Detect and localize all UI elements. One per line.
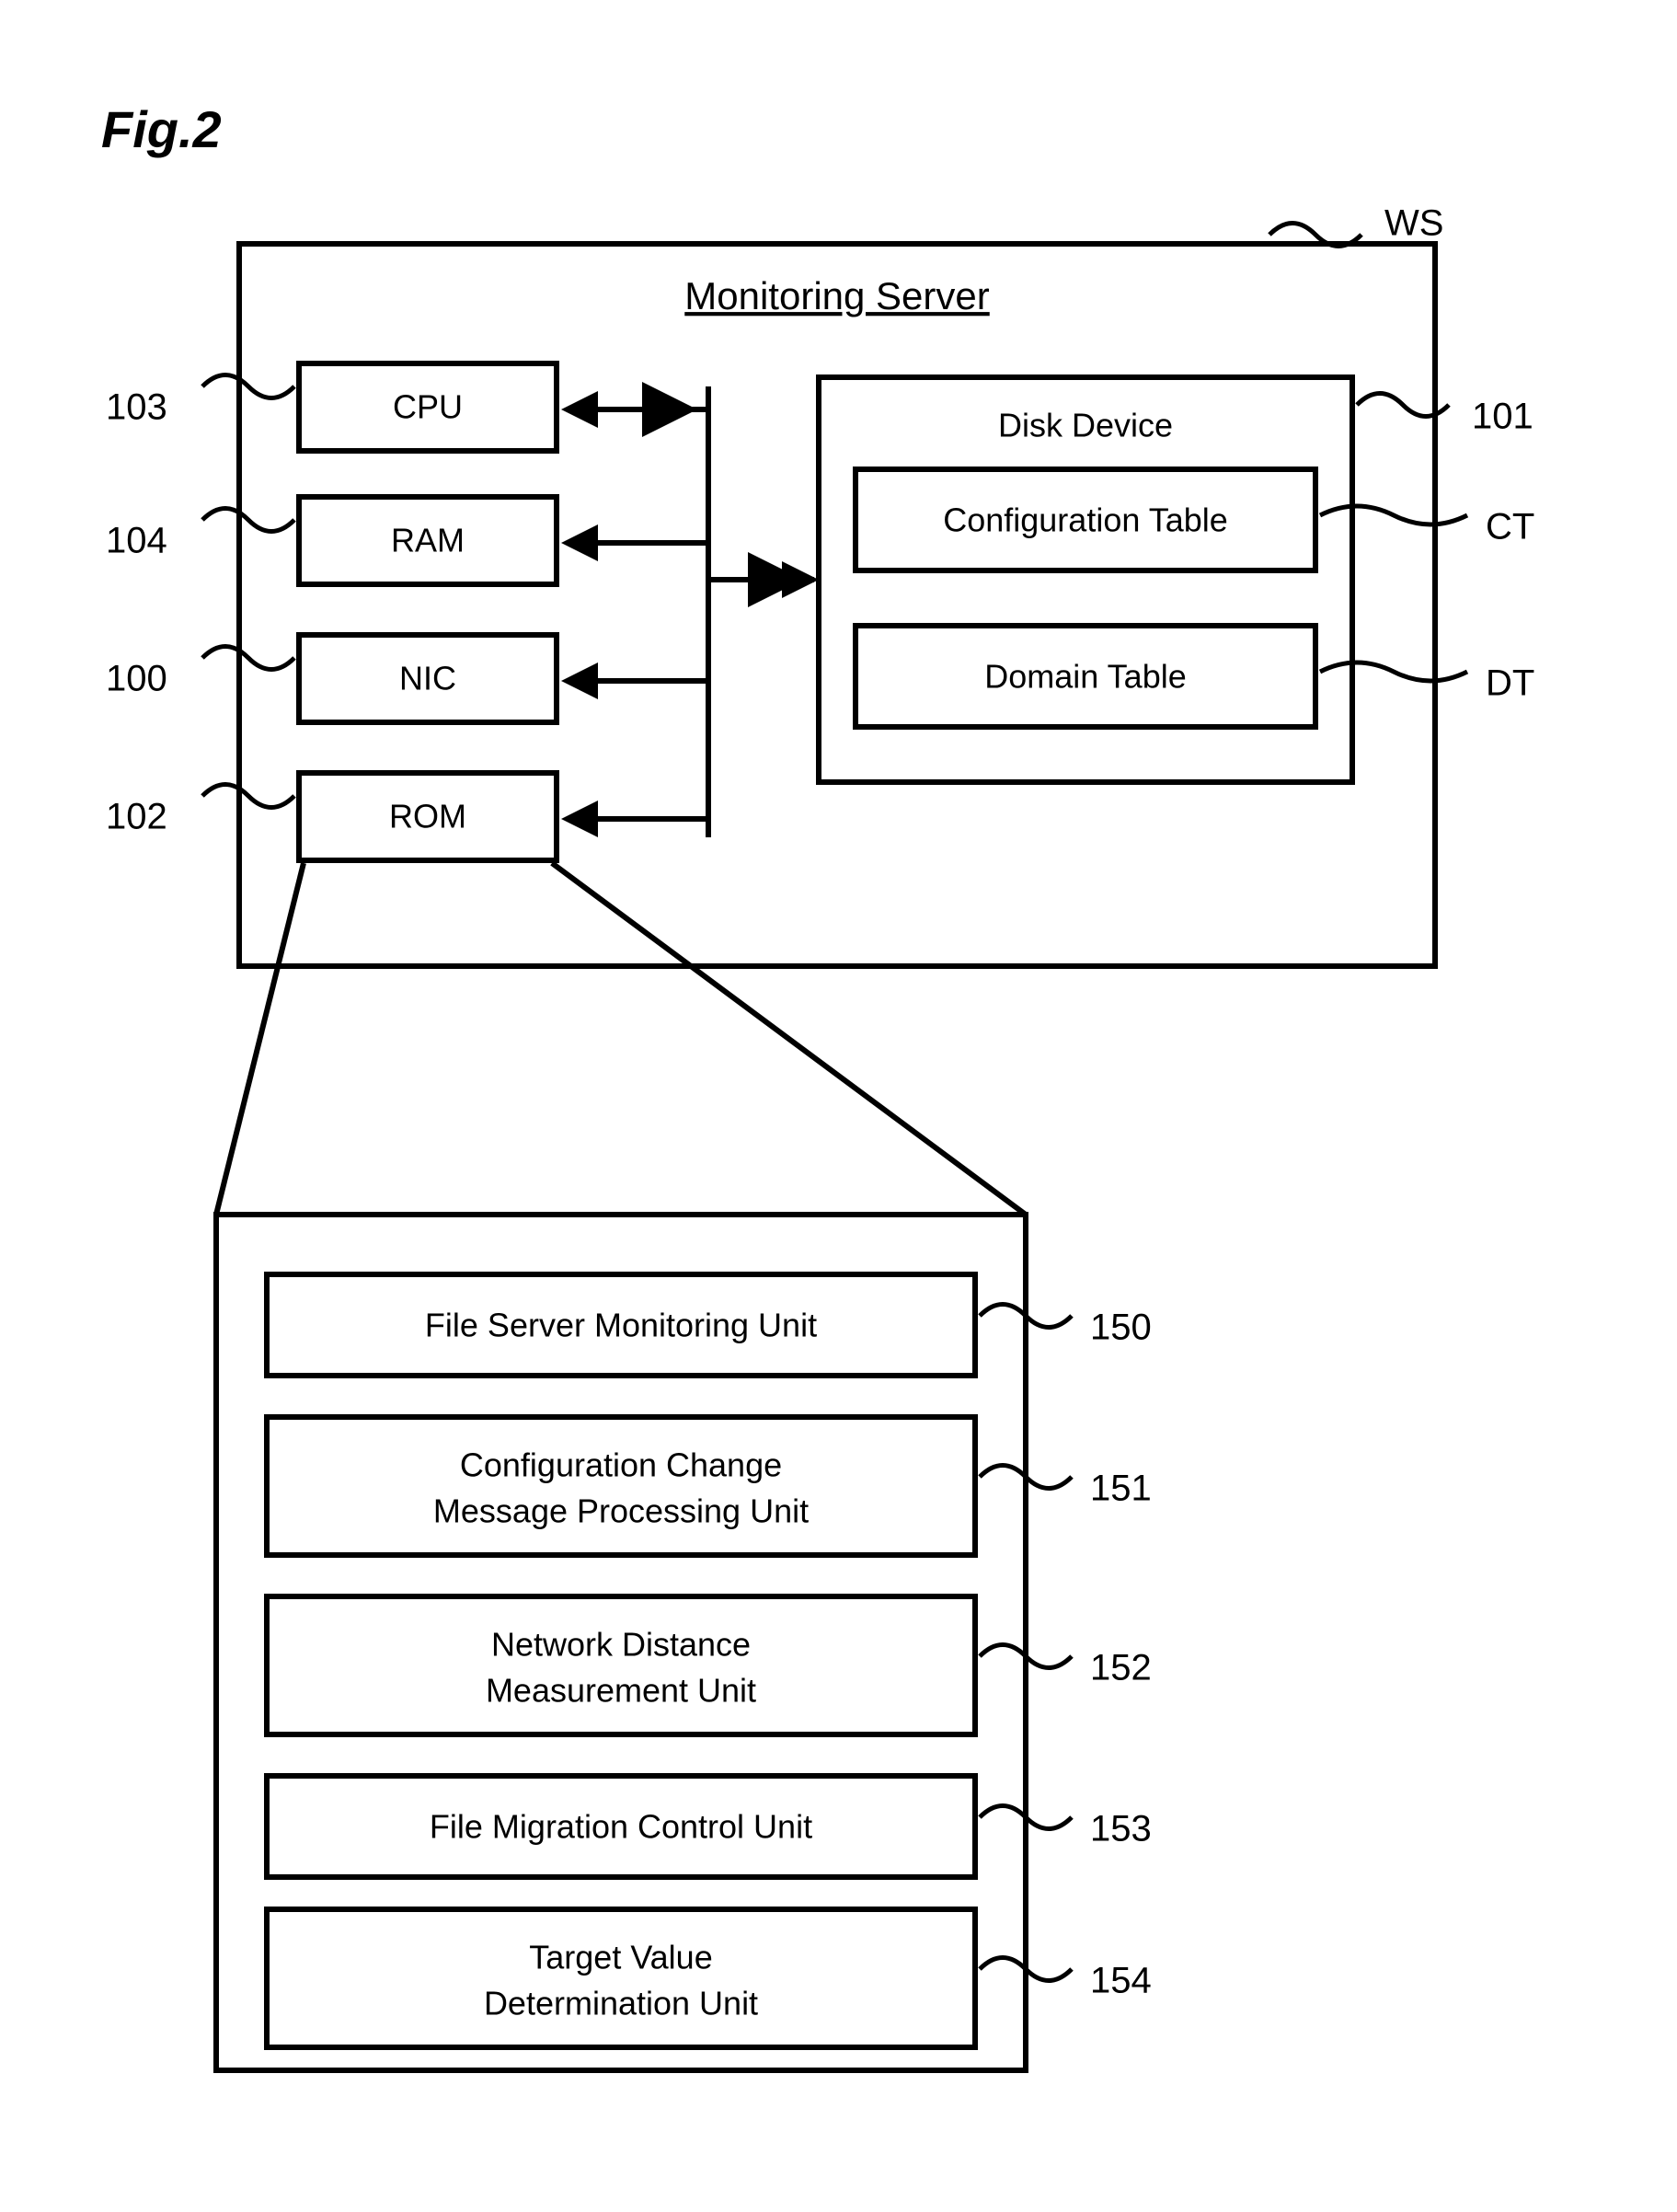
ram-label: RAM (391, 522, 465, 559)
dt-ref: DT (1486, 663, 1534, 704)
ram-ref: 104 (106, 521, 167, 561)
nic-label: NIC (399, 660, 456, 697)
unit-151-label2: Message Processing Unit (433, 1492, 809, 1530)
config-table-label: Configuration Table (943, 501, 1228, 539)
disk-ref: 101 (1472, 397, 1533, 437)
unit-154-label1: Target Value (529, 1939, 712, 1976)
domain-table-label: Domain Table (984, 658, 1186, 696)
rom-ref: 102 (106, 797, 167, 837)
unit-152-label1: Network Distance (491, 1626, 751, 1664)
bus-arrows (561, 391, 819, 837)
rom-label: ROM (389, 798, 466, 835)
nic-ref: 100 (106, 659, 167, 699)
rom-expand-right (552, 863, 1026, 1215)
ct-ref: CT (1486, 507, 1534, 547)
dt-leader (1320, 662, 1467, 681)
ws-ref: WS (1384, 203, 1443, 244)
nic-leader (202, 647, 294, 670)
unit-151-box (267, 1417, 975, 1555)
unit-154-label2: Determination Unit (484, 1985, 758, 2022)
unit-153-label: File Migration Control Unit (430, 1808, 812, 1846)
cpu-label: CPU (393, 388, 463, 426)
monitoring-server-title: Monitoring Server (684, 274, 989, 317)
unit-154-ref: 154 (1090, 1961, 1152, 2001)
cpu-leader (202, 375, 294, 398)
unit-154-box (267, 1909, 975, 2047)
cpu-ref: 103 (106, 387, 167, 428)
unit-152-box (267, 1596, 975, 1734)
unit-151-label1: Configuration Change (460, 1446, 782, 1484)
unit-150-ref: 150 (1090, 1308, 1152, 1348)
unit-152-ref: 152 (1090, 1648, 1152, 1688)
figure-label: Fig.2 (101, 100, 222, 158)
rom-expand-left (216, 863, 304, 1215)
disk-device-label: Disk Device (998, 407, 1173, 444)
unit-152-label2: Measurement Unit (486, 1672, 756, 1710)
unit-150-label: File Server Monitoring Unit (425, 1307, 817, 1344)
ct-leader (1320, 506, 1467, 524)
unit-151-ref: 151 (1090, 1469, 1152, 1509)
rom-leader (202, 785, 294, 808)
unit-153-ref: 153 (1090, 1809, 1152, 1849)
ram-leader (202, 509, 294, 532)
diagram-canvas: Fig.2 WS Monitoring Server CPU 103 RAM 1… (0, 0, 1677, 2212)
